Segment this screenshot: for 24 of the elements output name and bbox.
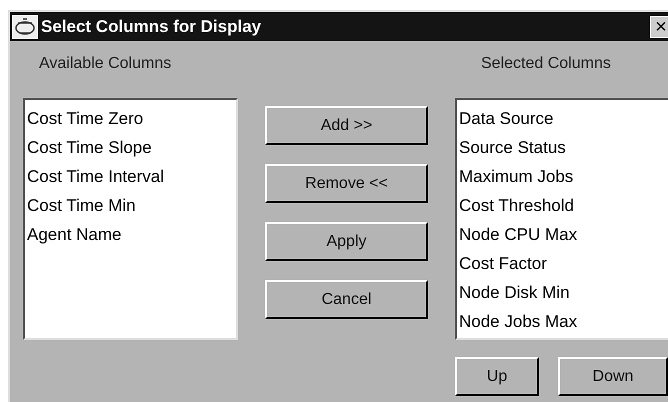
list-item[interactable]: Data Source xyxy=(459,104,668,133)
list-item[interactable]: Node Jobs Max xyxy=(459,307,668,336)
list-item[interactable]: Node Disk Min xyxy=(459,278,668,307)
action-button[interactable]: Add >> xyxy=(265,106,428,145)
list-item[interactable]: Cost Threshold xyxy=(459,191,668,220)
list-item[interactable]: Cost Factor xyxy=(459,249,668,278)
action-button[interactable]: Cancel xyxy=(265,280,428,319)
list-item[interactable]: Cost Time Min xyxy=(27,191,236,220)
list-item[interactable]: Node CPU Max xyxy=(459,220,668,249)
list-item[interactable]: Maximum Jobs xyxy=(459,162,668,191)
window-title: Select Columns for Display xyxy=(41,16,262,38)
list-item[interactable]: Cost Time Interval xyxy=(27,162,236,191)
order-button[interactable]: Down xyxy=(558,357,668,396)
order-button[interactable]: Up xyxy=(455,357,539,396)
list-item[interactable]: Cost Time Zero xyxy=(27,104,236,133)
app-icon xyxy=(12,14,38,38)
column-label: Selected Columns xyxy=(480,54,612,74)
list-item[interactable]: Cost Time Slope xyxy=(27,133,236,162)
list-item[interactable]: Source Status xyxy=(459,133,668,162)
column-label: Available Columns xyxy=(38,54,172,74)
close-button[interactable]: × xyxy=(650,16,668,38)
action-button[interactable]: Remove << xyxy=(265,164,428,203)
action-button[interactable]: Apply xyxy=(265,222,428,261)
list-item[interactable]: Agent Name xyxy=(27,220,236,249)
